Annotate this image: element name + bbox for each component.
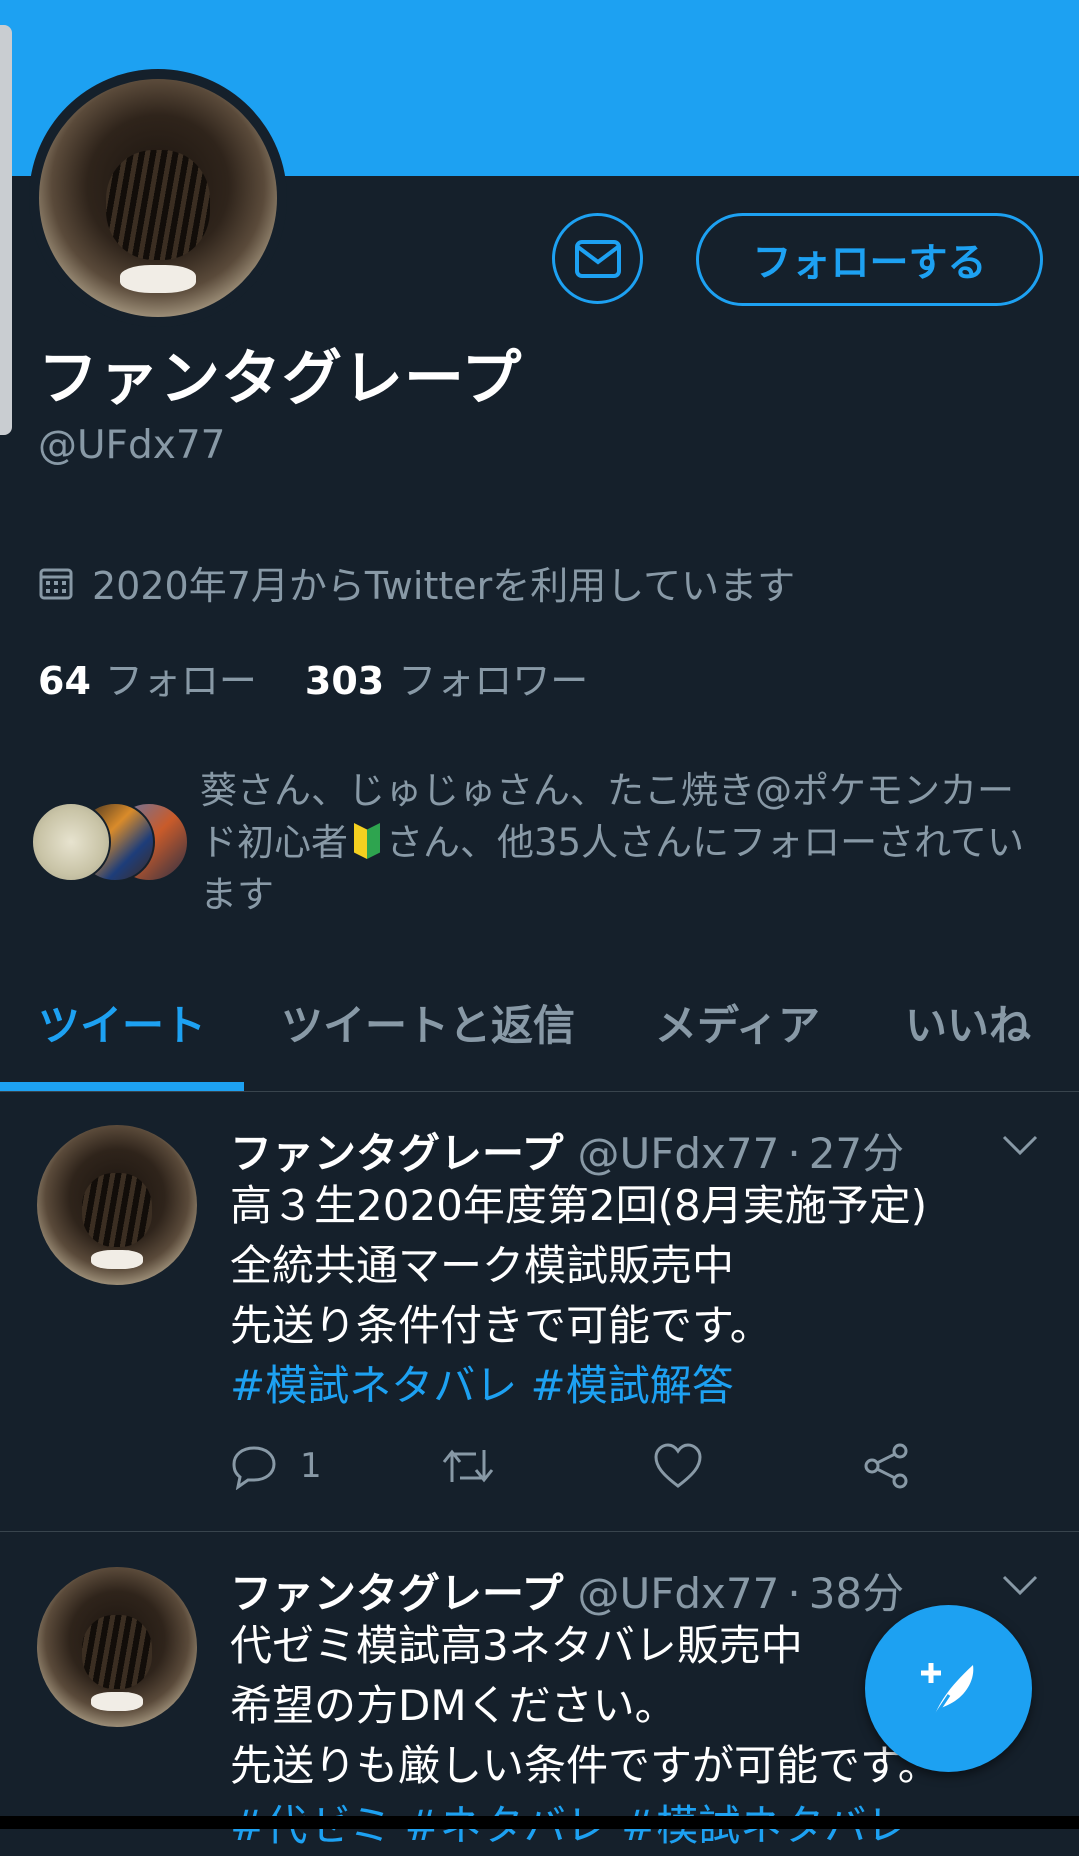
following-link[interactable]: 64 フォロー [38,650,257,705]
tweet-handle: @UFdx77 [577,1569,780,1618]
followers-label: フォロワー [398,659,589,703]
tweet-avatar[interactable] [37,1125,197,1285]
display-name: ファンタグレープ [38,344,523,414]
share-icon[interactable] [862,1442,910,1490]
tweet-actions: 1 [230,1442,910,1490]
followed-by-avatars[interactable] [31,802,189,882]
cat-photo [39,79,277,317]
beginner-mark-icon [354,823,380,859]
tweet-author-name[interactable]: ファンタグレープ [230,1129,563,1178]
tweet-line: 代ゼミ模試高3ネタバレ販売中 [230,1621,803,1670]
tweet-avatar[interactable] [37,1567,197,1727]
tweet-separator: · [787,1569,801,1618]
follow-button[interactable]: フォローする [696,213,1043,306]
tweet-text: 高３生2020年度第2回(8月実施予定) 全統共通マーク模試販売中 先送り条件付… [230,1176,927,1416]
join-date-text: 2020年7月からTwitterを利用しています [92,564,796,608]
following-label: フォロー [104,659,257,703]
calendar-icon [39,568,73,599]
compose-tweet-button[interactable] [865,1605,1032,1772]
active-tab-indicator [0,1082,244,1091]
tweet-header: ファンタグレープ @UFdx77 · 38分 [230,1560,904,1621]
mail-icon [574,239,621,278]
tab-tweets[interactable]: ツイート [38,992,206,1053]
chevron-down-icon[interactable] [1000,1572,1040,1598]
tab-tweets-and-replies[interactable]: ツイートと返信 [281,992,575,1053]
tweet-line: 希望の方DMください。 [230,1681,677,1730]
tweet-handle: @UFdx77 [577,1129,780,1178]
tab-media[interactable]: メディア [655,992,820,1053]
user-handle: @UFdx77 [38,423,226,468]
reply-icon[interactable] [230,1442,278,1490]
tweet-separator: · [787,1129,801,1178]
tweet-line: 先送り条件付きで可能です。 [230,1301,772,1350]
tab-likes[interactable]: いいね [905,992,1031,1053]
tweet-line: 全統共通マーク模試販売中 [230,1241,735,1290]
like-icon[interactable] [652,1442,704,1490]
join-date: 2020年7月からTwitterを利用しています [38,555,795,610]
tweet-line: 高３生2020年度第2回(8月実施予定) [230,1181,928,1230]
reply-count: 1 [300,1446,322,1486]
following-count: 64 [38,659,91,703]
follow-counts: 64 フォロー 303 フォロワー [38,650,588,705]
followers-link[interactable]: 303 フォロワー [305,650,588,705]
compose-icon [920,1662,973,1720]
tweet-line: 先送りも厳しい条件ですが可能です。 [230,1741,940,1790]
tweet-divider [0,1531,1079,1532]
followers-count: 303 [304,659,385,703]
tweet-hashtags[interactable]: #模試ネタバレ #模試解答 [230,1356,927,1416]
retweet-icon[interactable] [440,1442,496,1490]
profile-avatar[interactable] [29,69,287,327]
followed-by-text[interactable]: 葵さん、じゅじゅさん、たこ焼き@ポケモンカード初心者 さん、他35人さんにフォロー… [200,765,1050,921]
avatar [31,802,111,882]
chevron-down-icon[interactable] [1000,1132,1040,1158]
tweet-time: 38分 [808,1569,905,1618]
message-button[interactable] [552,213,643,304]
tweet-author-name[interactable]: ファンタグレープ [230,1569,563,1618]
tweet-time: 27分 [808,1129,905,1178]
system-nav-bar [0,1816,1079,1829]
profile-tabs: ツイート ツイートと返信 メディア いいね [0,960,1079,1092]
tweet-header: ファンタグレープ @UFdx77 · 27分 [230,1120,904,1181]
edge-handle [0,25,12,435]
